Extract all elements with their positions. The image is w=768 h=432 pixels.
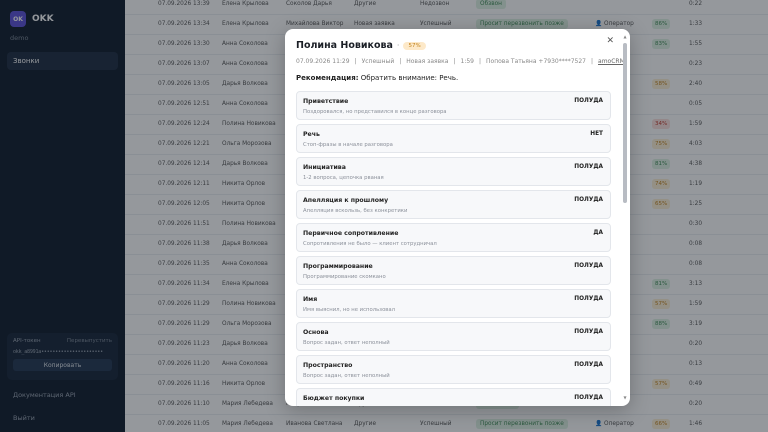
call-type: Новая заявка [406, 58, 449, 65]
criterion-name: Апелляция к прошлому [303, 197, 389, 204]
criterion-name: Бюджет покупки [303, 395, 365, 402]
criterion-description: Имя выяснил, но не использовал [303, 307, 396, 313]
call-detail-modal: ✕ Полина Новикова · 57% 07.09.2026 11:29… [285, 29, 630, 406]
scroll-thumb[interactable] [623, 43, 627, 203]
criterion-card: Пространство ПОЛУДА Вопрос задан, ответ не… [296, 355, 611, 384]
call-duration: 1:59 [460, 58, 474, 65]
scroll-up-arrow-icon[interactable]: ▲ [623, 35, 627, 39]
criterion-card: Речь НЕТ Стоп-фразы в начале разговора [296, 124, 611, 153]
criterion-card: Апелляция к прошлому ПОЛУДА Апелляция вско… [296, 190, 611, 219]
separator-dot: · [396, 41, 400, 50]
criterion-value: ПОЛУДА [574, 263, 603, 269]
criterion-card: Основа ПОЛУДА Вопрос задан, ответ неполный [296, 322, 611, 351]
crm-link[interactable]: amoCRM [598, 58, 625, 65]
criterion-name: Первичное сопротивление [303, 230, 399, 237]
meta-separator: | [479, 58, 482, 65]
recommendation-text: Обратить внимание: Речь. [360, 74, 459, 82]
criterion-value: ПОЛУДА [574, 197, 603, 203]
criterion-description: Вопрос задан, ответ неполный [303, 373, 390, 379]
criterion-description: Стоп-фразы в начале разговора [303, 142, 393, 148]
criterion-name: Инициатива [303, 164, 346, 171]
criterion-value: ПОЛУДА [574, 395, 603, 401]
meta-separator: | [399, 58, 402, 65]
meta-separator: | [590, 58, 594, 65]
criterion-value: ДА [593, 230, 603, 236]
criterion-value: ПОЛУДА [574, 164, 603, 170]
client-info: Попова Татьяна +7930****7527 [486, 58, 586, 65]
criterion-value: ПОЛУДА [574, 329, 603, 335]
criterion-description: 1-2 вопроса, цепочка рваная [303, 175, 384, 181]
criterion-card: Программирование ПОЛУДА Программирование с… [296, 256, 611, 285]
criterion-description: Программирование скомкано [303, 274, 386, 280]
criterion-name: Программирование [303, 263, 373, 270]
criterion-value: НЕТ [590, 131, 603, 137]
criterion-value: ПОЛУДА [574, 362, 603, 368]
criterion-description: Сопротивления не было — клиент сотруднич… [303, 241, 437, 247]
criterion-name: Речь [303, 131, 320, 138]
close-icon[interactable]: ✕ [606, 36, 614, 46]
call-meta: 07.09.2026 11:29 | Успешный | Новая заяв… [296, 58, 625, 65]
recommendation-label: Рекомендация: [296, 74, 359, 82]
meta-separator: | [354, 58, 357, 65]
meta-separator: | [453, 58, 456, 65]
manager-name: Полина Новикова [296, 40, 393, 51]
criterion-card: Имя ПОЛУДА Имя выяснил, но не использовал [296, 289, 611, 318]
criterion-value: ПОЛУДА [574, 98, 603, 104]
modal-scrollbar[interactable]: ▲ ▼ [623, 35, 627, 400]
criterion-name: Имя [303, 296, 318, 303]
scroll-down-arrow-icon[interactable]: ▼ [623, 396, 627, 400]
criterion-name: Основа [303, 329, 329, 336]
criterion-value: ПОЛУДА [574, 296, 603, 302]
criterion-description: Поздоровался, но представился в конце ра… [303, 109, 447, 115]
call-datetime: 07.09.2026 11:29 [296, 58, 350, 65]
criterion-name: Приветствие [303, 98, 349, 105]
recommendation: Рекомендация: Обратить внимание: Речь. [296, 74, 458, 82]
criterion-description: Апелляция вскользь, без конкретики [303, 208, 408, 214]
criteria-list[interactable]: Приветствие ПОЛУДА Поздоровался, но предст… [296, 91, 611, 406]
call-status: Успешный [361, 58, 395, 65]
criterion-card: Бюджет покупки ПОЛУДА [296, 388, 611, 406]
criterion-card: Первичное сопротивление ДА Сопротивления н… [296, 223, 611, 252]
criterion-card: Инициатива ПОЛУДА 1-2 вопроса, цепочка рва… [296, 157, 611, 186]
criterion-description: Вопрос задан, ответ неполный [303, 340, 390, 346]
criterion-card: Приветствие ПОЛУДА Поздоровался, но предст… [296, 91, 611, 120]
criterion-name: Пространство [303, 362, 353, 369]
score-badge: 57% [403, 41, 426, 50]
